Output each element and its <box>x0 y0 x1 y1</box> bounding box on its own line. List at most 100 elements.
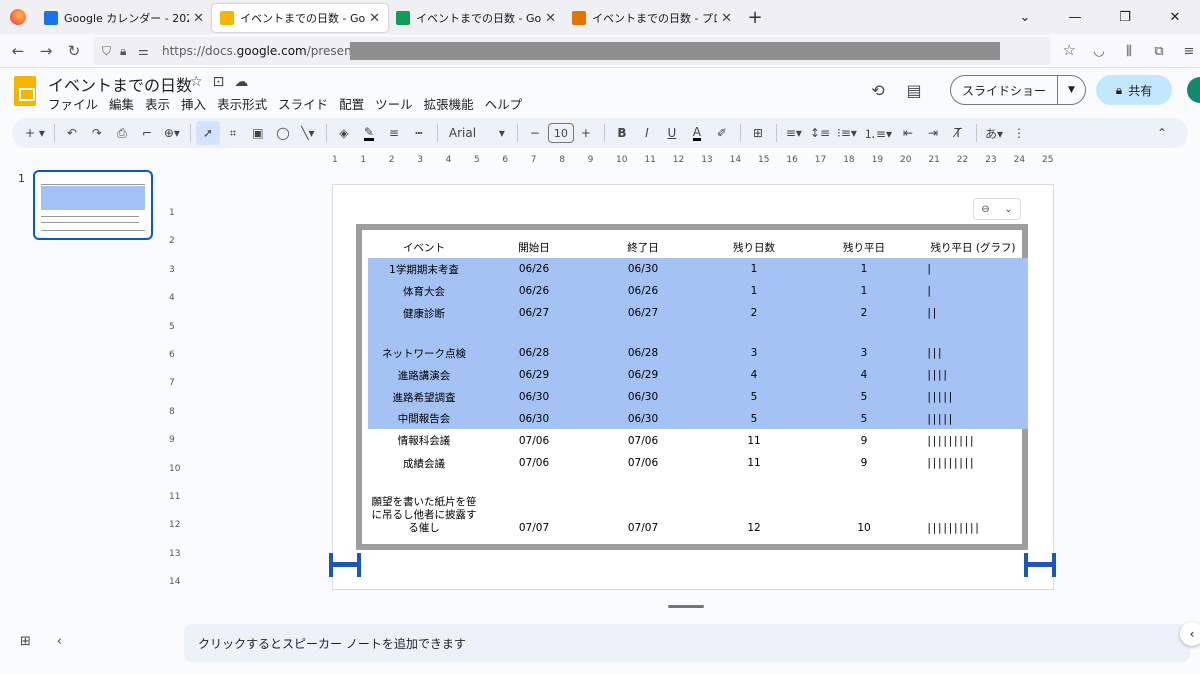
table-cell-end[interactable]: 07/06 <box>588 452 698 474</box>
table-row[interactable]: ネットワーク点検 06/28 06/28 3 3 ||| <box>368 342 1028 364</box>
table-row[interactable]: 体育大会 06/26 06/26 1 1 | <box>368 280 1028 302</box>
table-cell-event[interactable] <box>368 474 480 494</box>
resize-handle-right[interactable] <box>1024 553 1056 577</box>
table-cell-start[interactable]: 07/07 <box>480 494 588 536</box>
table-cell-graph[interactable] <box>918 474 1028 494</box>
table-cell-weekdays[interactable]: 2 <box>810 302 918 324</box>
table-cell-end[interactable]: 06/26 <box>588 280 698 302</box>
table-cell-start[interactable]: 06/26 <box>480 258 588 280</box>
firefox-icon[interactable] <box>0 0 36 34</box>
table-cell-event[interactable]: ネットワーク点検 <box>368 342 480 364</box>
increase-font-size-button[interactable]: + <box>574 121 598 145</box>
table-cell-event[interactable]: 成績会議 <box>368 452 480 474</box>
print-icon[interactable]: ⎙ <box>110 121 134 145</box>
slide-thumbnail[interactable] <box>33 170 153 240</box>
table-cell-days[interactable]: 3 <box>698 342 810 364</box>
resize-handle-left[interactable] <box>329 553 361 577</box>
slides-logo-icon[interactable] <box>14 76 36 106</box>
line-icon[interactable]: ╲▾ <box>296 121 320 145</box>
horizontal-ruler[interactable]: 1 1 2 3 4 5 6 7 8 9 10 11 12 13 14 15 16 17 18 19 20 21 22 23 24… <box>332 155 1056 171</box>
underline-icon[interactable]: U <box>660 121 684 145</box>
table-cell-end[interactable]: 06/27 <box>588 302 698 324</box>
table-cell-end[interactable]: 06/29 <box>588 364 698 386</box>
table-cell-start[interactable]: 06/30 <box>480 408 588 429</box>
close-tab-icon[interactable]: ✕ <box>545 11 556 26</box>
table-cell-weekdays[interactable]: 1 <box>810 280 918 302</box>
table-cell-end[interactable]: 07/07 <box>588 494 698 536</box>
table-cell-weekdays[interactable]: 9 <box>810 452 918 474</box>
table-row[interactable]: 1学期期末考査 06/26 06/30 1 1 | <box>368 258 1028 280</box>
table-row[interactable] <box>368 474 1028 494</box>
close-window-button[interactable]: ✕ <box>1150 10 1200 25</box>
table-cell-weekdays[interactable]: 10 <box>810 494 918 536</box>
avatar[interactable] <box>1187 77 1200 103</box>
table-cell-days[interactable]: 5 <box>698 386 810 408</box>
table-cell-graph[interactable]: |||||||||| <box>918 494 1028 536</box>
bookmark-star-icon[interactable]: ☆ <box>1063 41 1076 59</box>
table-cell-event[interactable]: 体育大会 <box>368 280 480 302</box>
table-cell-event[interactable]: 進路希望調査 <box>368 386 480 408</box>
table-row[interactable]: 進路希望調査 06/30 06/30 5 5 ||||| <box>368 386 1028 408</box>
chevron-down-icon[interactable]: ▼ <box>1057 76 1085 104</box>
clear-formatting-icon[interactable]: T̸ <box>946 121 970 145</box>
text-color-icon[interactable]: A <box>685 121 709 145</box>
slideshow-label[interactable]: スライドショー <box>951 82 1057 99</box>
border-weight-icon[interactable]: ≡ <box>382 121 406 145</box>
column-header[interactable]: 残り平日 (グラフ) <box>918 236 1028 258</box>
column-header[interactable]: 開始日 <box>480 236 588 258</box>
text-box-icon[interactable]: ⌗ <box>221 121 245 145</box>
table-cell-days[interactable]: 5 <box>698 408 810 429</box>
table-cell-weekdays[interactable] <box>810 474 918 494</box>
table-cell-event[interactable]: 願望を書いた紙片を笹に吊るし他者に披露する催し <box>368 494 480 536</box>
star-icon[interactable]: ☆ <box>190 74 203 90</box>
table-cell-start[interactable]: 06/27 <box>480 302 588 324</box>
table-row[interactable]: 健康診断 06/27 06/27 2 2 || <box>368 302 1028 324</box>
bulleted-list-icon[interactable]: ⁝≡▾ <box>834 121 860 145</box>
new-slide-icon[interactable]: + ▾ <box>22 121 48 145</box>
decrease-font-size-button[interactable]: − <box>523 121 547 145</box>
table-cell-end[interactable]: 06/30 <box>588 408 698 429</box>
table-cell-end[interactable] <box>588 474 698 494</box>
undo-icon[interactable]: ↶ <box>60 121 84 145</box>
table-cell-weekdays[interactable]: 9 <box>810 429 918 452</box>
input-tools-icon[interactable]: あ▾ <box>982 121 1006 145</box>
align-icon[interactable]: ≡▾ <box>782 121 806 145</box>
table-cell-weekdays[interactable]: 5 <box>810 386 918 408</box>
close-tab-icon[interactable]: ✕ <box>193 11 204 26</box>
table-cell-graph[interactable]: ||||||||| <box>918 429 1028 452</box>
table-cell-event[interactable]: 健康診断 <box>368 302 480 324</box>
table-cell-graph[interactable]: | <box>918 280 1028 302</box>
decrease-indent-icon[interactable]: ⇤ <box>896 121 920 145</box>
table-cell-start[interactable]: 06/29 <box>480 364 588 386</box>
more-options-icon[interactable]: ⋮ <box>1007 121 1031 145</box>
table-cell-start[interactable]: 07/06 <box>480 429 588 452</box>
highlight-icon[interactable]: ✐ <box>710 121 734 145</box>
menu-item[interactable]: スライド <box>278 94 328 113</box>
table-row[interactable]: 情報科会議 07/06 07/06 11 9 ||||||||| <box>368 429 1028 452</box>
speaker-notes[interactable]: クリックするとスピーカー ノートを追加できます <box>184 624 1190 662</box>
version-history-icon[interactable]: ⟲ <box>860 74 896 106</box>
menu-item[interactable]: 配置 <box>339 94 364 113</box>
table-cell-event[interactable]: 情報科会議 <box>368 429 480 452</box>
browser-tab[interactable]: イベントまでの日数 - Google スプレ✕ <box>388 4 564 32</box>
menu-item[interactable]: 表示形式 <box>217 94 267 113</box>
lock-icon[interactable]: 🔒︎ <box>120 44 138 59</box>
select-cursor-icon[interactable]: ➚ <box>195 121 220 145</box>
events-table[interactable]: イベント 開始日 終了日 残り日数 残り平日 残り平日 (グラフ) 1学期期末考査 06/2… <box>368 236 1028 536</box>
bold-icon[interactable]: B <box>610 121 634 145</box>
paint-format-icon[interactable]: ⌐ <box>135 121 159 145</box>
table-cell-end[interactable]: 06/30 <box>588 258 698 280</box>
menu-item[interactable]: ツール <box>375 94 413 113</box>
table-cell-days[interactable]: 2 <box>698 302 810 324</box>
image-icon[interactable]: ▣ <box>246 121 270 145</box>
table-cell-days[interactable]: 1 <box>698 280 810 302</box>
table-cell-days[interactable]: 4 <box>698 364 810 386</box>
table-cell-start[interactable] <box>480 474 588 494</box>
grid-view-icon[interactable]: ⊞ <box>20 634 31 649</box>
collapse-toolbar-icon[interactable]: ⌃ <box>1150 121 1174 145</box>
table-cell-end[interactable]: 06/30 <box>588 386 698 408</box>
tab-list-icon[interactable]: ⌄ <box>1000 10 1050 25</box>
table-row[interactable]: 成績会議 07/06 07/06 11 9 ||||||||| <box>368 452 1028 474</box>
table-cell-end[interactable]: 06/28 <box>588 342 698 364</box>
insert-link-icon[interactable]: ⊞ <box>746 121 770 145</box>
